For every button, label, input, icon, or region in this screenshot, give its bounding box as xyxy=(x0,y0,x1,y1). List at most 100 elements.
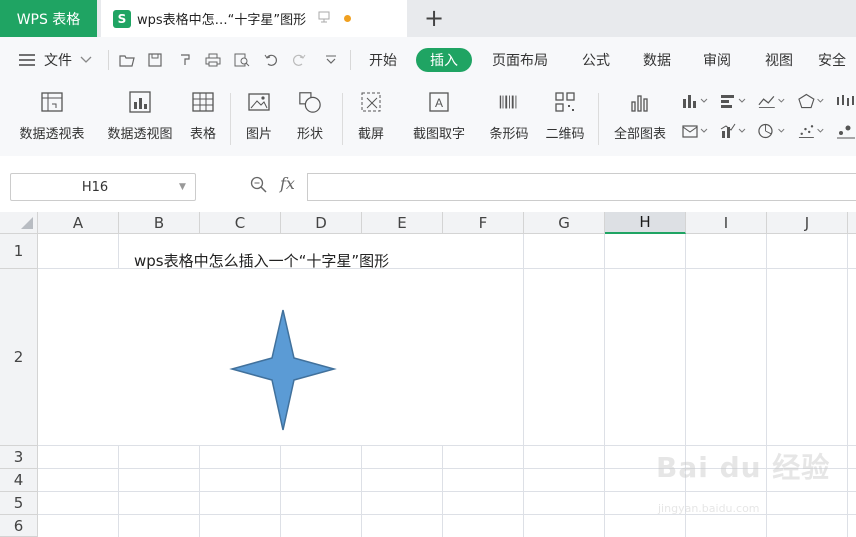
print-icon[interactable] xyxy=(204,51,222,69)
chevron-down-icon[interactable]: ▼ xyxy=(179,182,195,192)
file-menu-label: 文件 xyxy=(44,53,72,69)
shapes-button[interactable]: 形状 xyxy=(288,89,332,151)
chevron-down-icon xyxy=(80,56,92,63)
select-all-corner[interactable] xyxy=(0,212,38,234)
formula-input[interactable] xyxy=(307,173,856,201)
picture-icon xyxy=(247,89,271,115)
bar-chart-icon xyxy=(628,89,652,115)
stock-chart-icon[interactable] xyxy=(836,91,856,111)
tab-insert[interactable]: 插入 xyxy=(416,48,472,72)
row-header-6[interactable]: 6 xyxy=(0,515,38,537)
column-header-a[interactable]: A xyxy=(38,212,119,234)
bar-horizontal-chart-icon[interactable] xyxy=(720,91,748,111)
column-chart-icon[interactable] xyxy=(682,91,710,111)
qrcode-label: 二维码 xyxy=(545,127,585,142)
table-label: 表格 xyxy=(189,127,216,142)
tab-page-layout[interactable]: 页面布局 xyxy=(484,48,556,72)
cell-reference: H16 xyxy=(81,179,109,195)
screenshot-scissors-icon xyxy=(359,89,383,115)
open-folder-icon[interactable] xyxy=(118,51,136,69)
tab-formulas[interactable]: 公式 xyxy=(572,48,620,72)
row-header-2[interactable]: 2 xyxy=(0,269,38,446)
area-chart-icon[interactable] xyxy=(682,121,710,141)
row-header-4[interactable]: 4 xyxy=(0,469,38,492)
qrcode-icon xyxy=(553,89,577,115)
shapes-label: 形状 xyxy=(296,127,323,142)
barcode-icon xyxy=(497,89,521,115)
line-chart-icon[interactable] xyxy=(758,91,786,111)
shapes-icon xyxy=(298,89,322,115)
picture-button[interactable]: 图片 xyxy=(238,89,280,151)
format-painter-icon[interactable] xyxy=(176,51,194,69)
monitor-icon[interactable] xyxy=(318,11,330,26)
four-point-star-shape[interactable] xyxy=(229,309,337,431)
row-header-3[interactable]: 3 xyxy=(0,446,38,469)
redo-icon[interactable] xyxy=(290,51,308,69)
column-header-j[interactable]: J xyxy=(767,212,848,234)
select-all-triangle-icon xyxy=(21,217,33,229)
row-header-5[interactable]: 5 xyxy=(0,492,38,515)
screenshot-button[interactable]: 截屏 xyxy=(350,89,392,151)
pivot-table-icon xyxy=(40,89,64,115)
picture-label: 图片 xyxy=(245,127,272,142)
pivot-chart-icon xyxy=(128,89,152,115)
unsaved-dot-icon xyxy=(344,15,352,22)
pivot-table-button[interactable]: 数据透视表 xyxy=(12,89,92,151)
formula-bar: H16 ▼ fx xyxy=(0,156,856,212)
spreadsheet-file-icon: S xyxy=(113,9,131,28)
column-header-b[interactable]: B xyxy=(119,212,200,234)
app-tab-wps[interactable]: WPS 表格 xyxy=(0,0,97,37)
cell-b1-text: wps表格中怎么插入一个“十字星”图形 xyxy=(134,252,390,270)
tab-home[interactable]: 开始 xyxy=(360,48,406,72)
tab-view[interactable]: 视图 xyxy=(756,48,802,72)
column-header-f[interactable]: F xyxy=(443,212,524,234)
row-header-1[interactable]: 1 xyxy=(0,234,38,269)
column-header-d[interactable]: D xyxy=(281,212,362,234)
pivot-chart-label: 数据透视图 xyxy=(107,127,173,142)
column-header-h[interactable]: H xyxy=(605,212,686,234)
all-charts-label: 全部图表 xyxy=(613,127,666,142)
divider xyxy=(598,93,599,145)
zoom-magnifier-icon[interactable] xyxy=(250,176,268,196)
column-header-i[interactable]: I xyxy=(686,212,767,234)
scatter-chart-icon[interactable] xyxy=(798,121,826,141)
file-menu-button[interactable]: 文件 xyxy=(18,49,92,71)
customize-toolbar-icon[interactable] xyxy=(322,51,340,69)
barcode-label: 条形码 xyxy=(489,127,529,142)
ocr-screenshot-label: 截图取字 xyxy=(412,127,465,142)
barcode-button[interactable]: 条形码 xyxy=(484,89,534,151)
ocr-screenshot-button[interactable]: A 截图取字 xyxy=(402,89,476,151)
tab-bar: WPS 表格 S wps表格中怎…“十字星”图形 + xyxy=(0,0,856,37)
column-header-g[interactable]: G xyxy=(524,212,605,234)
table-grid-icon xyxy=(191,89,215,115)
name-box[interactable]: H16 ▼ xyxy=(10,173,196,201)
pie-chart-icon[interactable] xyxy=(758,121,786,141)
undo-icon[interactable] xyxy=(262,51,280,69)
watermark-text: Bai du 经验 xyxy=(656,451,831,484)
save-icon[interactable] xyxy=(146,51,164,69)
tab-security[interactable]: 安全 xyxy=(818,48,856,72)
insert-ribbon: 数据透视表 数据透视图 表格 图片 形状 截屏 A 截图取字 条形码 二维码 全… xyxy=(0,83,856,156)
document-title: wps表格中怎…“十字星”图形 xyxy=(137,13,307,28)
fx-function-icon[interactable]: fx xyxy=(280,174,295,193)
tab-data[interactable]: 数据 xyxy=(634,48,680,72)
pivot-chart-button[interactable]: 数据透视图 xyxy=(100,89,180,151)
document-tab[interactable]: S wps表格中怎…“十字星”图形 xyxy=(101,0,407,37)
menu-bar: 文件 开始 插入 页面布局 公式 数据 审阅 视图 安全 xyxy=(0,37,856,83)
tab-review[interactable]: 审阅 xyxy=(694,48,740,72)
qrcode-button[interactable]: 二维码 xyxy=(540,89,590,151)
bubble-chart-icon[interactable] xyxy=(836,121,856,141)
table-button[interactable]: 表格 xyxy=(186,89,220,151)
column-header-e[interactable]: E xyxy=(362,212,443,234)
radar-chart-icon[interactable] xyxy=(798,91,826,111)
column-header-c[interactable]: C xyxy=(200,212,281,234)
four-point-star-icon[interactable] xyxy=(228,308,338,432)
combo-chart-icon[interactable] xyxy=(720,121,748,141)
all-charts-button[interactable]: 全部图表 xyxy=(608,89,672,151)
new-tab-plus-icon[interactable]: + xyxy=(422,4,446,32)
pivot-table-label: 数据透视表 xyxy=(19,127,85,142)
print-preview-icon[interactable] xyxy=(233,51,251,69)
divider xyxy=(342,93,343,145)
column-header-k[interactable] xyxy=(848,212,856,234)
divider xyxy=(350,50,351,70)
